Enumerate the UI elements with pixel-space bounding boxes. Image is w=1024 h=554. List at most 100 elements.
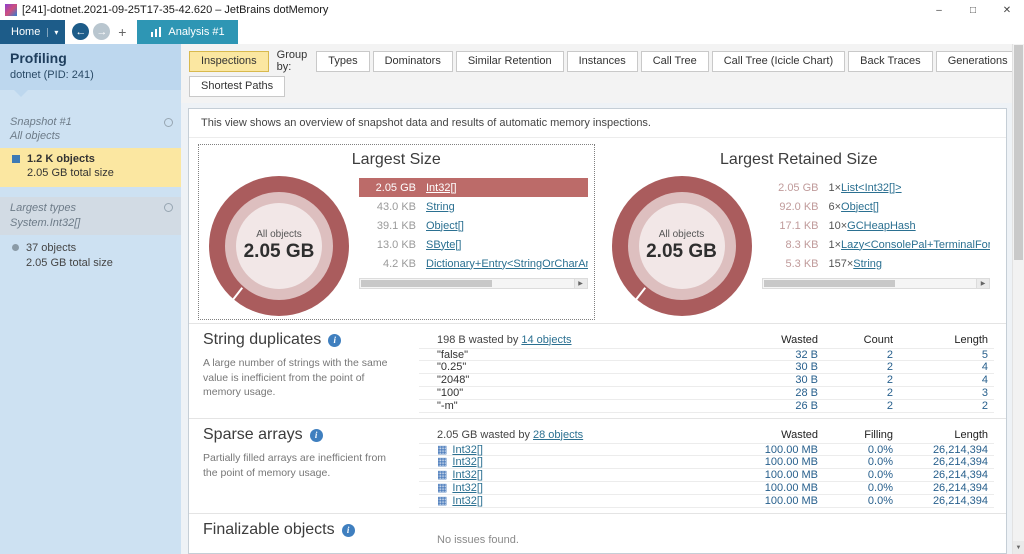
table-row[interactable]: "0.25" 30 B 2 4 (419, 361, 994, 374)
tab-instances[interactable]: Instances (567, 51, 638, 72)
sparse-arrays-table: 2.05 GB wasted by 28 objects Wasted Fill… (419, 426, 994, 508)
length-value: 4 (899, 361, 994, 373)
legend-type-link[interactable]: Object[] (841, 201, 879, 213)
legend-item[interactable]: 43.0 KB String (359, 197, 588, 216)
vertical-scrollbar[interactable]: ▼ (1012, 44, 1024, 554)
tab-back-traces[interactable]: Back Traces (848, 51, 933, 72)
tab-types[interactable]: Types (316, 51, 369, 72)
tab-similar-retention[interactable]: Similar Retention (456, 51, 564, 72)
largest-size-donut-chart[interactable]: All objects 2.05 GB (209, 176, 349, 316)
legend-horizontal-scrollbar[interactable]: ▶ (762, 278, 991, 289)
table-header: 2.05 GB wasted by 28 objects Wasted Fill… (419, 426, 994, 443)
table-row[interactable]: "false" 32 B 2 5 (419, 348, 994, 361)
scroll-right-icon[interactable]: ▶ (976, 279, 989, 288)
legend-count: 1× (829, 182, 842, 194)
tab-call-tree-icicle[interactable]: Call Tree (Icicle Chart) (712, 51, 845, 72)
donut-center-label: All objects (659, 229, 705, 240)
array-type-link[interactable]: Int32[] (452, 444, 483, 456)
new-analysis-button[interactable]: + (112, 20, 132, 44)
section-title: Sparse arrays (203, 426, 303, 444)
tab-dominators[interactable]: Dominators (373, 51, 453, 72)
sidebar-item-all-objects[interactable]: 1.2 K objects 2.05 GB total size (0, 148, 181, 188)
table-row[interactable]: ▦Int32[] 100.00 MB 0.0% 26,214,394 (419, 443, 994, 456)
legend-type-link[interactable]: String (426, 201, 455, 213)
tab-generations[interactable]: Generations (936, 51, 1020, 72)
table-row[interactable]: ▦Int32[] 100.00 MB 0.0% 26,214,394 (419, 482, 994, 495)
tab-inspections[interactable]: Inspections (189, 51, 269, 72)
legend-item[interactable]: 39.1 KB Object[] (359, 216, 588, 235)
largest-retained-donut-chart[interactable]: All objects 2.05 GB (612, 176, 752, 316)
filling-value: 0.0% (824, 469, 899, 481)
forward-button[interactable]: → (93, 23, 110, 40)
array-type-link[interactable]: Int32[] (452, 482, 483, 494)
table-row[interactable]: ▦Int32[] 100.00 MB 0.0% 26,214,394 (419, 469, 994, 482)
selected-objects-count: 1.2 K objects (27, 152, 114, 167)
section-string-duplicates: String duplicates i A large number of st… (189, 323, 1006, 418)
maximize-button[interactable]: □ (956, 0, 990, 20)
scrollbar-thumb[interactable] (1014, 45, 1023, 260)
column-header-count: Count (824, 334, 899, 346)
table-row[interactable]: "2048" 30 B 2 4 (419, 374, 994, 387)
close-button[interactable]: ✕ (990, 0, 1024, 20)
legend-type-link[interactable]: GCHeapHash (847, 220, 915, 232)
largest-types-header[interactable]: Largest types System.Int32[] (0, 197, 181, 235)
view-tabstrip: Inspections Group by: Types Dominators S… (181, 44, 1012, 103)
back-button[interactable]: ← (72, 23, 89, 40)
group-indicator-icon[interactable] (164, 118, 173, 127)
sidebar: Profiling dotnet (PID: 241) Snapshot #1 … (0, 44, 181, 554)
section-title: Finalizable objects (203, 521, 335, 539)
legend-item[interactable]: 4.2 KB Dictionary+Entry<StringOrCharArra… (359, 254, 588, 273)
legend-type-link[interactable]: Object[] (426, 220, 464, 232)
group-indicator-icon[interactable] (164, 203, 173, 212)
legend-item[interactable]: 13.0 KB SByte[] (359, 235, 588, 254)
table-row[interactable]: ▦Int32[] 100.00 MB 0.0% 26,214,394 (419, 495, 994, 508)
wasted-objects-link[interactable]: 14 objects (521, 334, 571, 346)
home-button[interactable]: Home ▾ (0, 20, 65, 44)
legend-type-link[interactable]: Lazy<ConsolePal+TerminalFormatStrings> (841, 239, 990, 251)
scroll-right-icon[interactable]: ▶ (574, 279, 587, 288)
legend-item[interactable]: 2.05 GB 1× List<Int32[]> (762, 178, 991, 197)
legend-item[interactable]: 2.05 GB Int32[] (359, 178, 588, 197)
tab-shortest-paths[interactable]: Shortest Paths (189, 76, 285, 97)
tab-call-tree[interactable]: Call Tree (641, 51, 709, 72)
legend-type-link[interactable]: Dictionary+Entry<StringOrCharArray, Cons… (426, 258, 588, 270)
array-type-link[interactable]: Int32[] (452, 495, 483, 507)
tab-analysis-1[interactable]: Analysis #1 (137, 20, 237, 44)
legend-size: 43.0 KB (364, 201, 416, 213)
legend-item[interactable]: 17.1 KB 10× GCHeapHash (762, 216, 991, 235)
wasted-value: 28 B (729, 387, 824, 399)
legend-count: 6× (829, 201, 842, 213)
legend-type-link[interactable]: String (853, 258, 882, 270)
legend-item[interactable]: 8.3 KB 1× Lazy<ConsolePal+TerminalFormat… (762, 235, 991, 254)
wasted-summary: 198 B wasted by (437, 334, 521, 346)
legend-type-link[interactable]: SByte[] (426, 239, 461, 251)
array-type-link[interactable]: Int32[] (452, 469, 483, 481)
legend-type-link[interactable]: List<Int32[]> (841, 182, 902, 194)
legend-type-link[interactable]: Int32[] (426, 182, 457, 194)
legend-item[interactable]: 92.0 KB 6× Object[] (762, 197, 991, 216)
overview-note: This view shows an overview of snapshot … (189, 109, 1006, 138)
legend-item[interactable]: 5.3 KB 157× String (762, 254, 991, 273)
legend-horizontal-scrollbar[interactable]: ▶ (359, 278, 588, 289)
scroll-down-icon[interactable]: ▼ (1013, 541, 1024, 554)
analysis-tab-label: Analysis #1 (168, 26, 224, 38)
count-value: 2 (824, 349, 899, 361)
table-row[interactable]: "100" 28 B 2 3 (419, 387, 994, 400)
wasted-objects-link[interactable]: 28 objects (533, 429, 583, 441)
donut-center-value: 2.05 GB (244, 241, 315, 263)
legend-size: 92.0 KB (767, 201, 819, 213)
table-row[interactable]: ▦Int32[] 100.00 MB 0.0% 26,214,394 (419, 456, 994, 469)
minimize-button[interactable]: – (922, 0, 956, 20)
scrollbar-thumb[interactable] (764, 280, 895, 287)
info-icon[interactable]: i (342, 524, 355, 537)
snapshot-group-header[interactable]: Snapshot #1 All objects (0, 112, 181, 148)
array-type-link[interactable]: Int32[] (452, 456, 483, 468)
profiling-header: Profiling dotnet (PID: 241) (0, 44, 181, 90)
profiling-title: Profiling (10, 50, 171, 66)
sidebar-item-largest-type[interactable]: 37 objects 2.05 GB total size (0, 235, 181, 275)
info-icon[interactable]: i (328, 334, 341, 347)
table-row[interactable]: "-m" 26 B 2 2 (419, 400, 994, 413)
scrollbar-thumb[interactable] (361, 280, 492, 287)
process-label: dotnet (PID: 241) (10, 69, 171, 81)
info-icon[interactable]: i (310, 429, 323, 442)
